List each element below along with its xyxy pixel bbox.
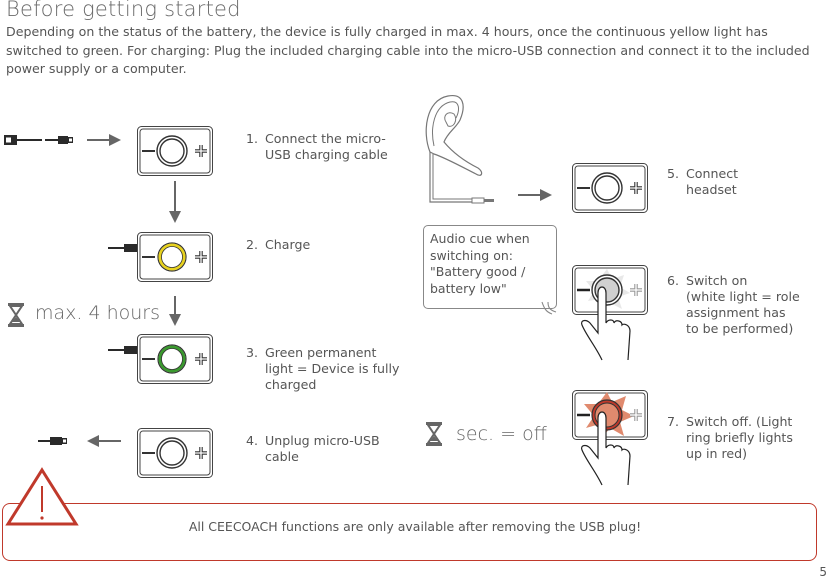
step-number: 3. <box>246 345 259 360</box>
bubble-tail-icon <box>539 300 557 315</box>
step-number: 5. <box>667 166 680 181</box>
device-yellow-icon <box>137 232 213 282</box>
arrow-right-icon <box>87 134 121 146</box>
step-number: 6. <box>667 273 680 288</box>
step-text: Green permanent light = Device is fully … <box>265 345 400 392</box>
step-3: 3. Green permanent light = Device is ful… <box>246 345 416 393</box>
step-text: Unplug micro-USB cable <box>265 433 380 464</box>
headset-icon <box>425 94 494 204</box>
audio-cue-bubble: Audio cue when switching on: "Battery go… <box>423 225 557 309</box>
step-number: 2. <box>246 237 259 252</box>
step-text: Charge <box>265 237 311 252</box>
device-switch-off-icon <box>572 390 648 486</box>
device-icon <box>137 428 213 478</box>
arrow-down-icon <box>169 181 181 223</box>
hourglass-icon <box>8 303 24 327</box>
charging-cable-icon <box>108 244 138 252</box>
step-text: Switch off. (Light ring briefly lights u… <box>686 414 793 461</box>
charging-cable-icon <box>108 346 138 354</box>
step-text: Connect headset <box>686 166 739 197</box>
page-title: Before getting started <box>6 0 241 21</box>
step-6: 6. Switch on (white light = role assignm… <box>667 273 827 337</box>
step-number: 7. <box>667 414 680 429</box>
device-switch-on-icon <box>572 265 648 361</box>
step-1: 1. Connect the micro- USB charging cable <box>246 131 416 163</box>
step-text: Connect the micro- USB charging cable <box>265 131 388 162</box>
page-number: 5 <box>819 565 827 579</box>
hourglass-icon <box>426 422 442 446</box>
device-green-icon <box>137 334 213 384</box>
device-icon <box>572 163 648 213</box>
step-number: 4. <box>246 433 259 448</box>
step-text: Switch on (white light = role assignment… <box>686 273 800 336</box>
arrow-down-icon <box>169 296 181 326</box>
step-7: 7. Switch off. (Light ring briefly light… <box>667 414 827 462</box>
device-icon <box>137 126 213 176</box>
arrow-left-icon <box>87 435 121 447</box>
warning-text: All CEECOACH functions are only availabl… <box>188 519 642 534</box>
step-number: 1. <box>246 131 259 146</box>
step-4: 4. Unplug micro-USB cable <box>246 433 416 465</box>
unplugged-cable-icon <box>38 437 67 445</box>
timer-off-label: sec. = off <box>456 423 547 445</box>
intro-paragraph: Depending on the status of the battery, … <box>6 24 810 76</box>
step-2: 2. Charge <box>246 237 416 253</box>
step-5: 5. Connect headset <box>667 166 827 198</box>
arrow-right-icon <box>518 189 552 201</box>
timer-charge-label: max. 4 hours <box>35 302 161 324</box>
usb-cable-icon <box>4 135 73 145</box>
